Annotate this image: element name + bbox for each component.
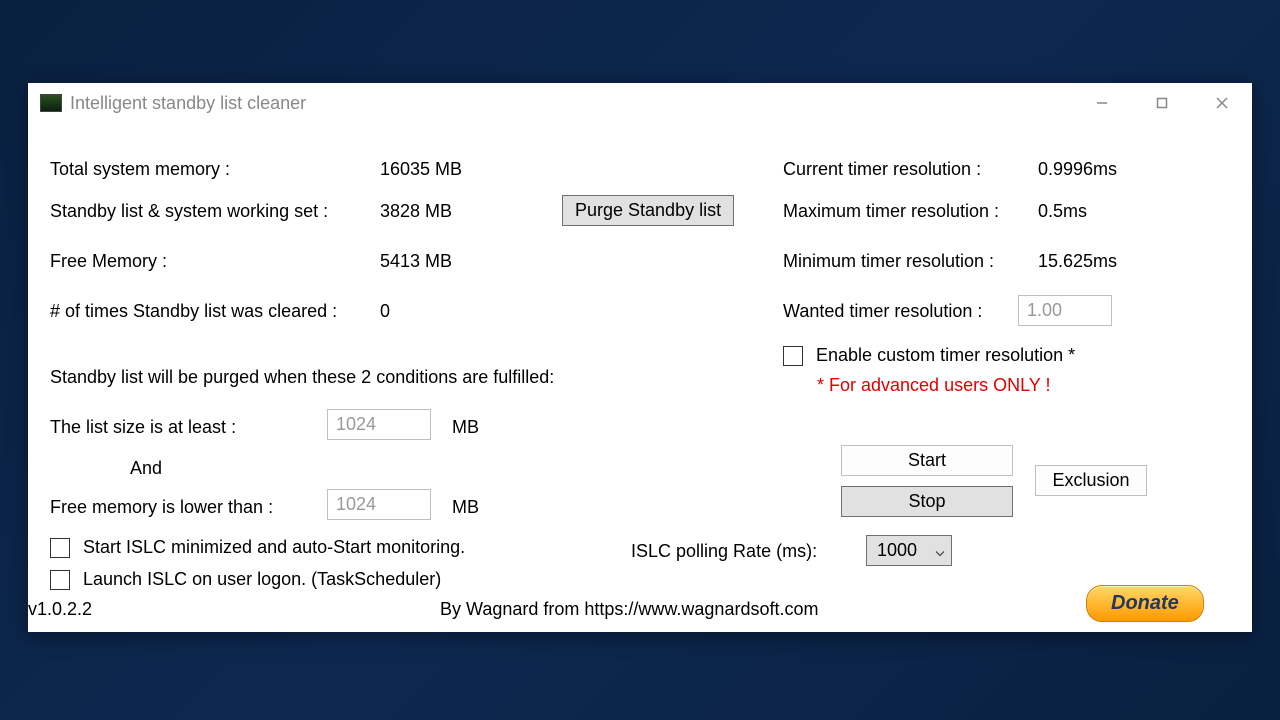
- launch-logon-label: Launch ISLC on user logon. (TaskSchedule…: [83, 569, 441, 589]
- content-area: Total system memory : 16035 MB Standby l…: [28, 123, 1252, 154]
- current-timer-label: Current timer resolution :: [783, 159, 981, 180]
- purge-standby-button[interactable]: Purge Standby list: [562, 195, 734, 226]
- stop-button[interactable]: Stop: [841, 486, 1013, 517]
- free-memory-value: 5413 MB: [380, 251, 452, 272]
- total-memory-label: Total system memory :: [50, 159, 230, 180]
- app-icon: [40, 94, 62, 112]
- min-timer-label: Minimum timer resolution :: [783, 251, 994, 272]
- standby-memory-label: Standby list & system working set :: [50, 201, 328, 222]
- launch-logon-checkbox[interactable]: [50, 570, 70, 590]
- app-window: Intelligent standby list cleaner Total s…: [28, 83, 1252, 632]
- maximize-button[interactable]: [1132, 83, 1192, 123]
- polling-value: 1000: [877, 540, 917, 560]
- wanted-timer-input[interactable]: [1018, 295, 1112, 326]
- enable-timer-checkbox[interactable]: [783, 346, 803, 366]
- enable-timer-label: Enable custom timer resolution *: [816, 345, 1075, 365]
- exclusion-button[interactable]: Exclusion: [1035, 465, 1147, 496]
- list-size-label: The list size is at least :: [50, 417, 236, 438]
- min-timer-value: 15.625ms: [1038, 251, 1117, 272]
- chevron-down-icon: [935, 540, 945, 561]
- titlebar[interactable]: Intelligent standby list cleaner: [28, 83, 1252, 123]
- list-size-unit: MB: [452, 417, 479, 438]
- minimize-button[interactable]: [1072, 83, 1132, 123]
- version-label: v1.0.2.2: [28, 599, 92, 620]
- start-button[interactable]: Start: [841, 445, 1013, 476]
- conditions-header: Standby list will be purged when these 2…: [50, 367, 554, 388]
- wanted-timer-label: Wanted timer resolution :: [783, 301, 982, 322]
- donate-button[interactable]: Donate: [1086, 585, 1204, 622]
- total-memory-value: 16035 MB: [380, 159, 462, 180]
- enable-timer-row: Enable custom timer resolution *: [783, 345, 1075, 366]
- free-lower-input[interactable]: [327, 489, 431, 520]
- window-title: Intelligent standby list cleaner: [70, 93, 306, 114]
- free-lower-label: Free memory is lower than :: [50, 497, 273, 518]
- free-lower-unit: MB: [452, 497, 479, 518]
- max-timer-value: 0.5ms: [1038, 201, 1087, 222]
- list-size-input[interactable]: [327, 409, 431, 440]
- standby-memory-value: 3828 MB: [380, 201, 452, 222]
- window-controls: [1072, 83, 1252, 123]
- max-timer-label: Maximum timer resolution :: [783, 201, 999, 222]
- polling-select[interactable]: 1000: [866, 535, 952, 566]
- timer-warning: * For advanced users ONLY !: [817, 375, 1050, 396]
- and-label: And: [130, 458, 162, 479]
- start-minimized-row: Start ISLC minimized and auto-Start moni…: [50, 537, 465, 558]
- close-button[interactable]: [1192, 83, 1252, 123]
- cleared-count-label: # of times Standby list was cleared :: [50, 301, 337, 322]
- free-memory-label: Free Memory :: [50, 251, 167, 272]
- start-minimized-label: Start ISLC minimized and auto-Start moni…: [83, 537, 465, 557]
- polling-label: ISLC polling Rate (ms):: [631, 541, 817, 562]
- current-timer-value: 0.9996ms: [1038, 159, 1117, 180]
- start-minimized-checkbox[interactable]: [50, 538, 70, 558]
- credit-label: By Wagnard from https://www.wagnardsoft.…: [440, 599, 818, 620]
- launch-logon-row: Launch ISLC on user logon. (TaskSchedule…: [50, 569, 441, 590]
- cleared-count-value: 0: [380, 301, 390, 322]
